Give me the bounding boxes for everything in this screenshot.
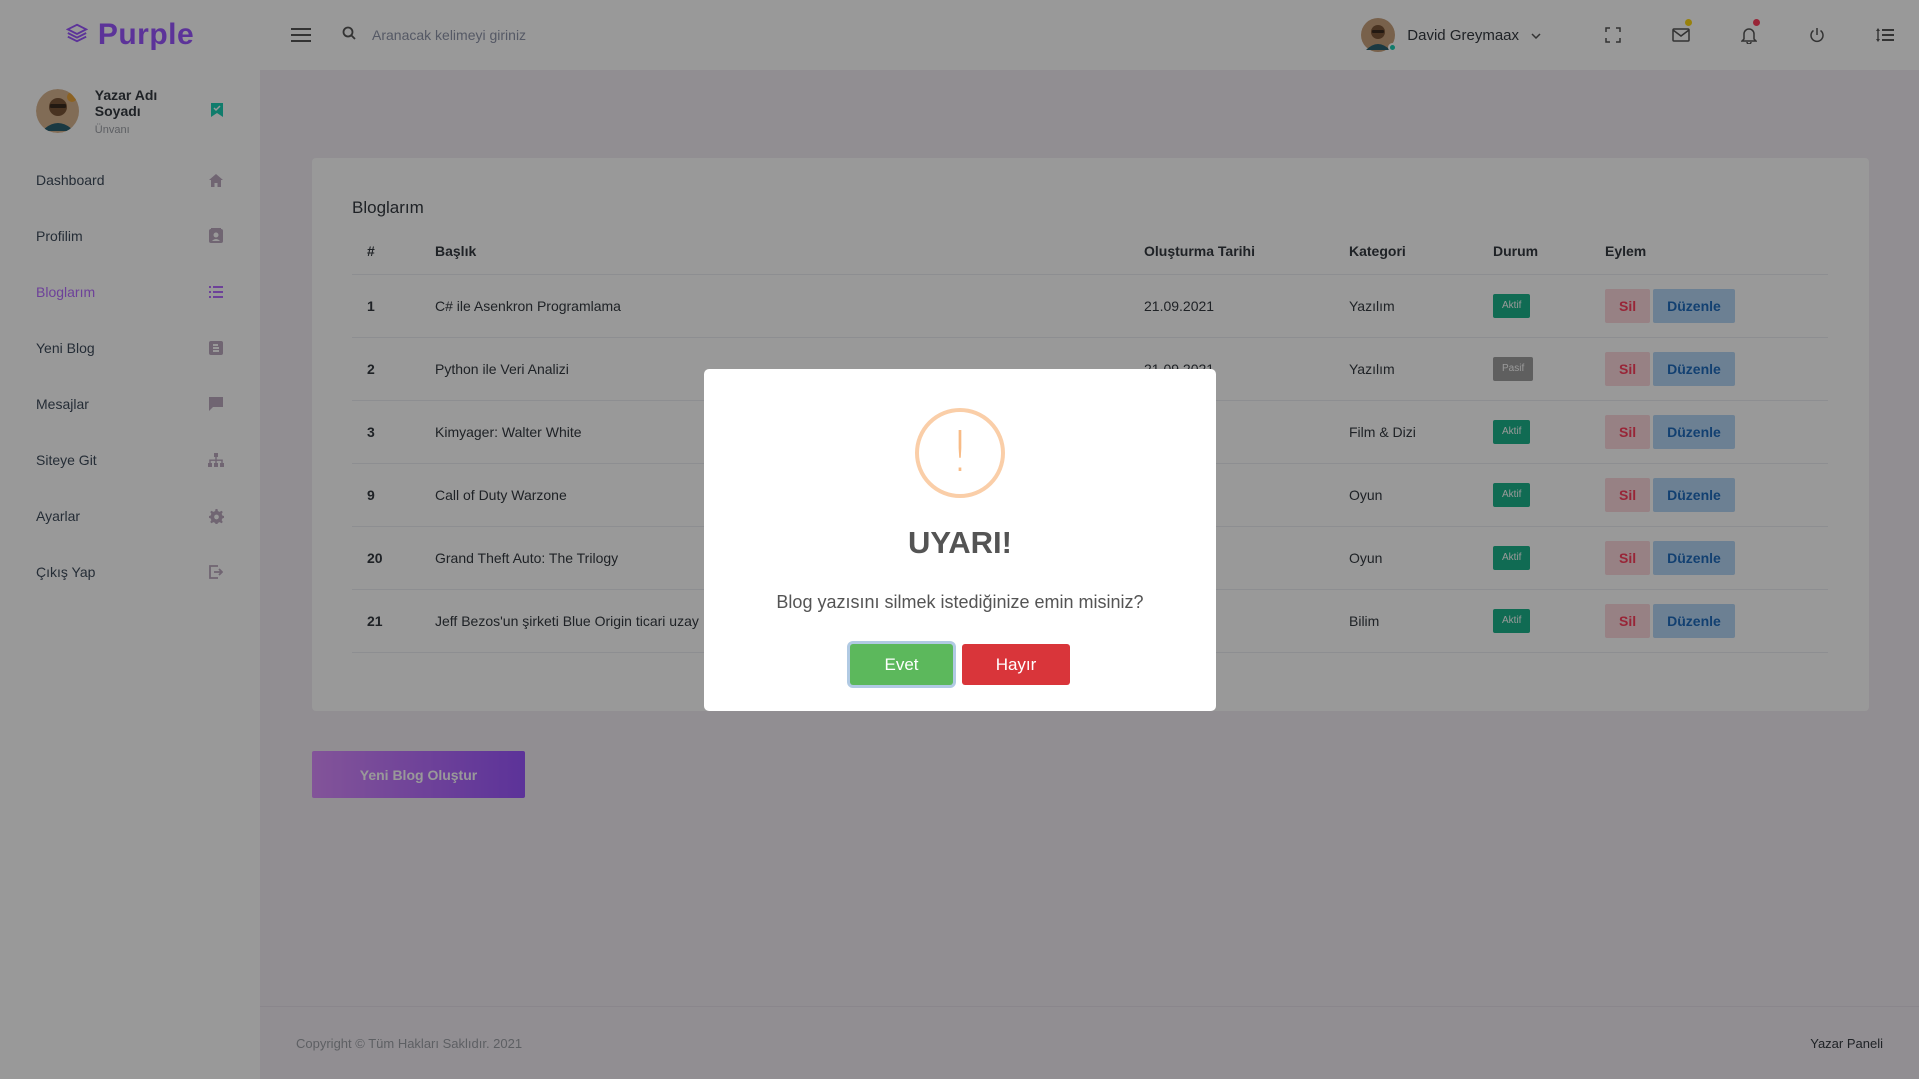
warning-icon: ! xyxy=(915,408,1005,498)
dialog-message: Blog yazısını silmek istediğinize emin m… xyxy=(776,592,1144,612)
warning-mark: ! xyxy=(948,420,972,485)
dialog-title: UYARI! xyxy=(908,525,1012,560)
confirm-button[interactable]: Evet xyxy=(850,644,953,685)
confirm-dialog: ! UYARI! Blog yazısını silmek istediğini… xyxy=(704,369,1216,711)
cancel-button[interactable]: Hayır xyxy=(962,644,1070,685)
